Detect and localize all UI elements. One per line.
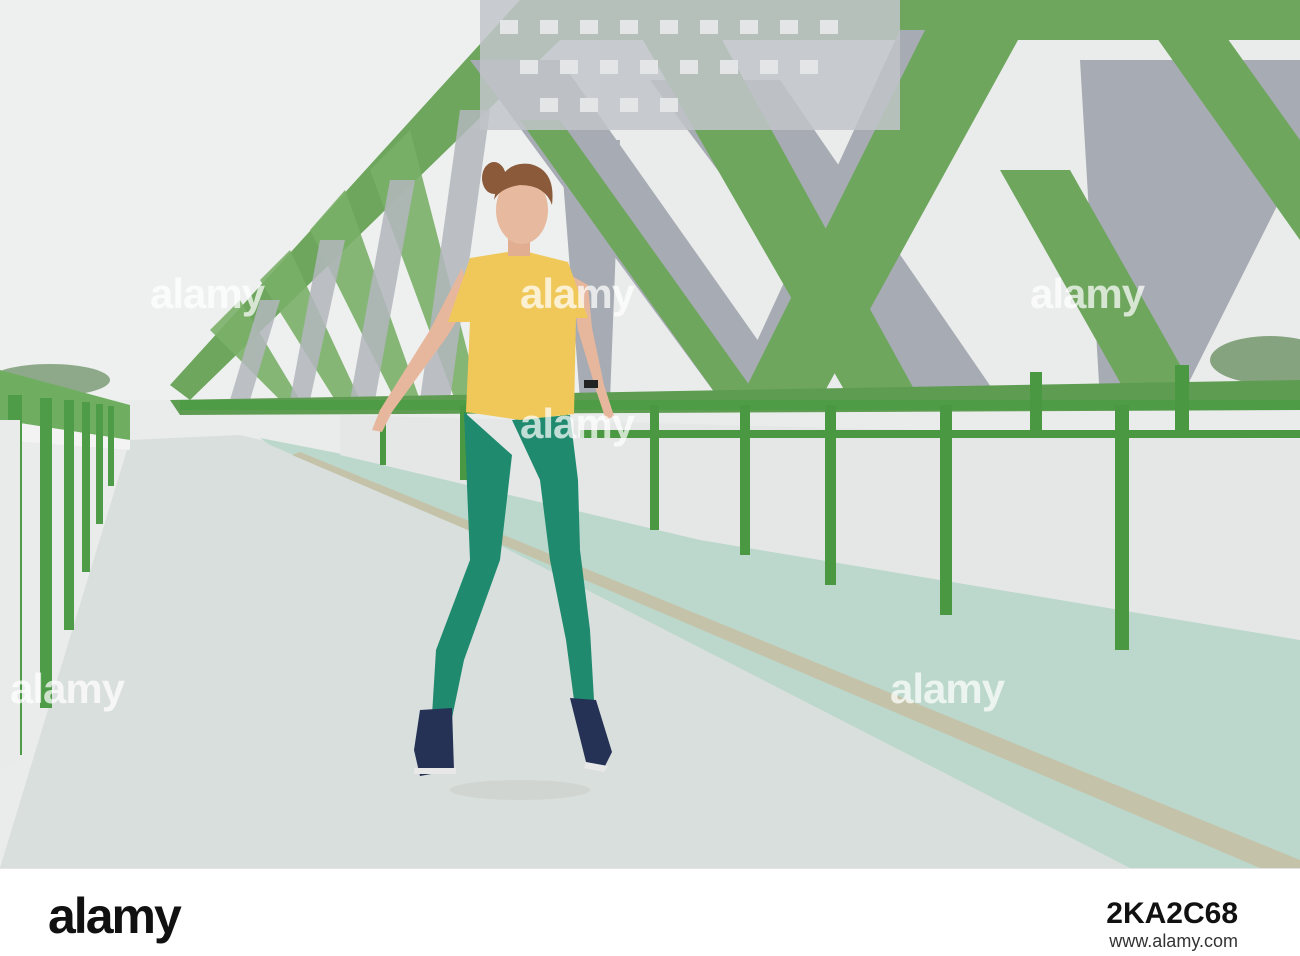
brand-logo: alamy (48, 888, 182, 944)
stock-photo: alamy alamy alamy alamy alamy alamy alam… (0, 0, 1300, 956)
stock-footer: alamy 2KA2C68 www.alamy.com (0, 868, 1300, 956)
site-url: www.alamy.com (1109, 931, 1238, 951)
bridge-jumping-woman-image (0, 0, 1300, 868)
photo-scene: alamy alamy alamy alamy alamy alamy (0, 0, 1300, 868)
image-id: 2KA2C68 (1106, 897, 1238, 930)
